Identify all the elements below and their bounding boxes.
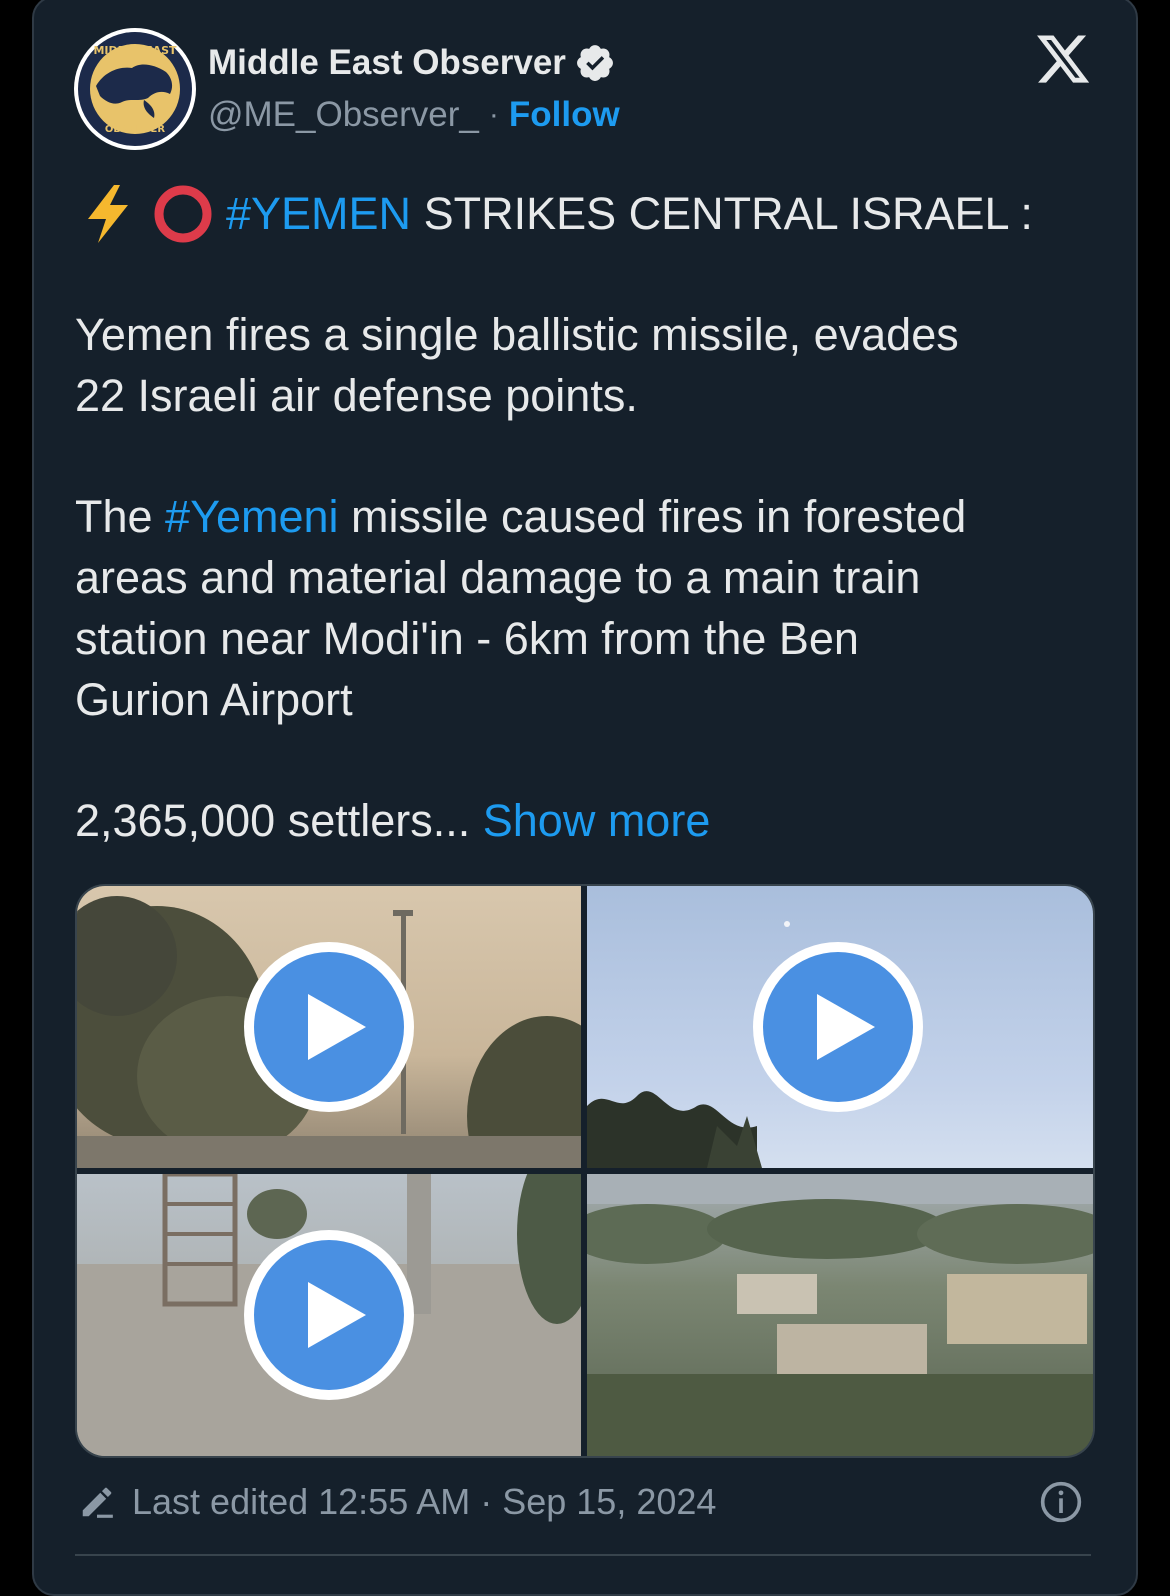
post-paragraph-2: The #Yemeni missile caused fires in fore… bbox=[75, 486, 966, 730]
x-logo-icon[interactable] bbox=[1034, 30, 1092, 88]
divider bbox=[75, 1554, 1091, 1556]
post-paragraph-3: 2,365,000 settlers... Show more bbox=[75, 790, 710, 851]
play-icon bbox=[817, 994, 875, 1060]
hashtag-yemen-link[interactable]: #YEMEN bbox=[226, 188, 411, 240]
paragraph-1-line-2: 22 Israeli air defense points. bbox=[75, 370, 638, 421]
play-icon bbox=[308, 1282, 366, 1348]
red-circle-emoji-icon bbox=[154, 185, 212, 243]
post-paragraph-1: Yemen fires a single ballistic missile, … bbox=[75, 304, 959, 426]
pencil-icon bbox=[82, 1487, 113, 1518]
paragraph-2-line-3: station near Modi'in - 6km from the Ben bbox=[75, 613, 859, 664]
play-icon bbox=[308, 994, 366, 1060]
paragraph-2-line-4: Gurion Airport bbox=[75, 674, 353, 725]
middle-east-observer-logo-icon: MIDDLE EAST OBSERVER bbox=[78, 32, 192, 146]
avatar[interactable]: MIDDLE EAST OBSERVER bbox=[74, 28, 196, 150]
paragraph-2-prefix: The bbox=[75, 491, 166, 542]
headline-text: STRIKES CENTRAL ISRAEL : bbox=[411, 188, 1033, 239]
author-name[interactable]: Middle East Observer bbox=[208, 43, 566, 83]
show-more-link[interactable]: Show more bbox=[483, 795, 711, 846]
last-edited-text[interactable]: Last edited 12:55 AM · Sep 15, 2024 bbox=[132, 1481, 716, 1523]
media-grid bbox=[75, 884, 1095, 1458]
verified-badge-icon bbox=[576, 45, 613, 81]
paragraph-2-line-2: areas and material damage to a main trai… bbox=[75, 552, 921, 603]
play-button[interactable] bbox=[753, 942, 923, 1112]
follow-button[interactable]: Follow bbox=[509, 95, 620, 135]
play-button[interactable] bbox=[244, 942, 414, 1112]
lightning-emoji-icon bbox=[88, 185, 128, 243]
houses-scene-image bbox=[587, 1174, 1093, 1456]
play-button[interactable] bbox=[244, 1230, 414, 1400]
separator-dot: · bbox=[488, 98, 499, 131]
paragraph-2-suffix: missile caused fires in forested bbox=[338, 491, 967, 542]
svg-text:OBSERVER: OBSERVER bbox=[105, 124, 165, 135]
author-handle-row: @ME_Observer_ · Follow bbox=[208, 92, 620, 138]
video-thumbnail-2[interactable] bbox=[587, 886, 1093, 1168]
svg-text:MIDDLE EAST: MIDDLE EAST bbox=[93, 44, 177, 57]
info-icon[interactable] bbox=[1039, 1480, 1083, 1524]
author-handle[interactable]: @ME_Observer_ bbox=[208, 95, 479, 135]
paragraph-2-line-1: The #Yemeni missile caused fires in fore… bbox=[75, 486, 966, 547]
video-thumbnail-3[interactable] bbox=[77, 1174, 581, 1456]
author-name-row: Middle East Observer bbox=[208, 38, 616, 88]
post-footer: Last edited 12:55 AM · Sep 15, 2024 bbox=[78, 1478, 716, 1526]
paragraph-1-line-1: Yemen fires a single ballistic missile, … bbox=[75, 309, 959, 360]
image-thumbnail-4[interactable] bbox=[587, 1174, 1093, 1456]
video-thumbnail-1[interactable] bbox=[77, 886, 581, 1168]
paragraph-3-text: 2,365,000 settlers... bbox=[75, 795, 483, 846]
post-headline: #YEMEN STRIKES CENTRAL ISRAEL : bbox=[78, 184, 1033, 244]
hashtag-yemeni-link[interactable]: #Yemeni bbox=[165, 491, 338, 542]
